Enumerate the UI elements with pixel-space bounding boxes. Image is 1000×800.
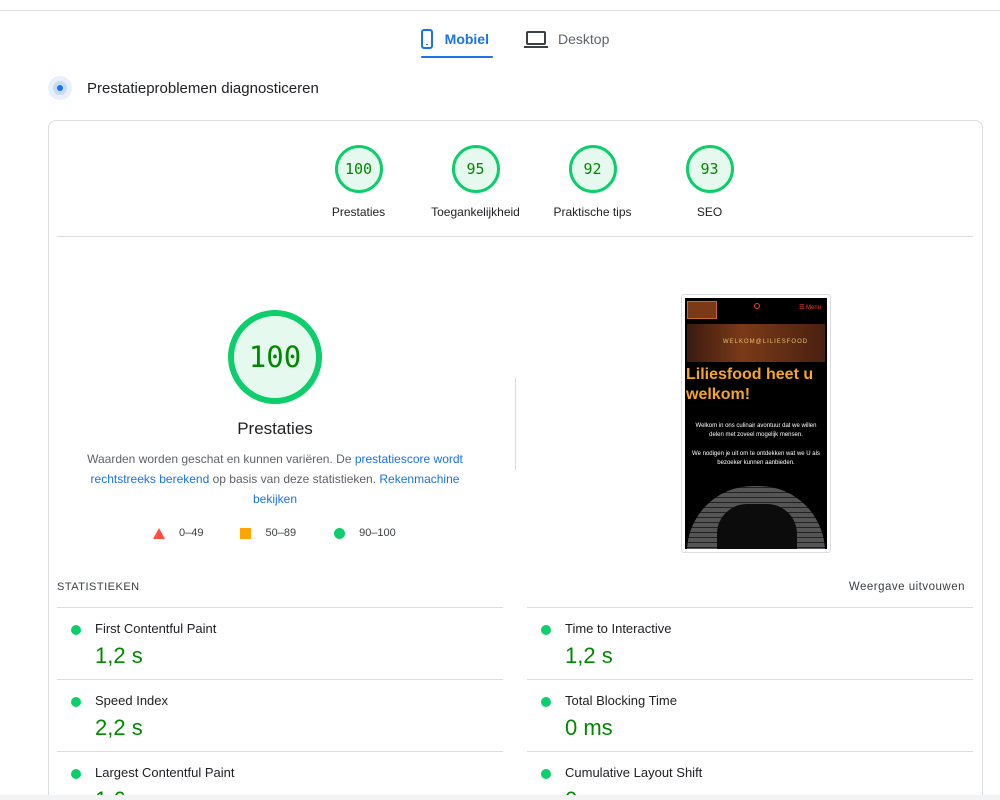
site-paragraph: We nodigen je uit om te ontdekken wat we…: [692, 451, 820, 466]
metric-fcp: First Contentful Paint 1,2 s: [57, 607, 503, 679]
score-seo[interactable]: 93 SEO: [651, 145, 768, 219]
score-label: Toegankelijkheid: [431, 205, 520, 219]
performance-description: Waarden worden geschat en kunnen variëre…: [85, 449, 465, 509]
metric-name: First Contentful Paint: [95, 621, 217, 636]
score-label: Prestaties: [331, 205, 386, 219]
metric-value: 0 ms: [565, 715, 613, 740]
legend-pass: 90–100: [334, 527, 396, 539]
metric-value: 2,2 s: [95, 715, 143, 740]
metric-name: Total Blocking Time: [565, 693, 677, 708]
site-menu: ☰ Menu: [798, 305, 821, 311]
screenshot-content: ☰ Menu WELKOM@LILIESFOOD Liliesfood heet…: [685, 298, 827, 549]
site-photo: [687, 486, 825, 549]
tab-desktop[interactable]: Desktop: [524, 20, 610, 58]
description-text: op basis van deze statistieken.: [209, 472, 380, 486]
score-performance[interactable]: 100 Prestaties: [300, 145, 417, 219]
legend-fail-range: 0–49: [179, 527, 204, 539]
expand-view-button[interactable]: Weergave uitvouwen: [849, 581, 965, 593]
performance-title: Prestaties: [237, 419, 313, 438]
score-best-practices[interactable]: 92 Praktische tips: [534, 145, 651, 219]
smartphone-icon: [421, 29, 433, 49]
metric-name: Cumulative Layout Shift: [565, 765, 703, 780]
laptop-icon: [524, 31, 548, 48]
site-banner: WELKOM@LILIESFOOD: [687, 324, 825, 362]
banner-text: WELKOM@LILIESFOOD: [723, 339, 809, 345]
page-screenshot[interactable]: ☰ Menu WELKOM@LILIESFOOD Liliesfood heet…: [681, 294, 831, 553]
section-header: Prestatieproblemen diagnosticeren: [48, 76, 319, 100]
metric-cls: Cumulative Layout Shift 0: [527, 751, 973, 800]
score-gauge: 100: [334, 145, 383, 193]
scores-divider: [57, 236, 973, 237]
category-scores: 100 Prestaties 95 Toegankelijkheid 92 Pr…: [300, 145, 768, 219]
performance-gauge: 100: [228, 310, 322, 404]
score-gauge: 92: [568, 145, 617, 193]
description-text: Waarden worden geschat en kunnen variëre…: [87, 452, 355, 466]
pass-dot-icon: [71, 769, 81, 779]
pass-dot-icon: [71, 697, 81, 707]
score-label: SEO: [696, 205, 723, 219]
metric-name: Time to Interactive: [565, 621, 672, 636]
pass-dot-icon: [541, 625, 551, 635]
metric-lcp: Largest Contentful Paint 1,6 s: [57, 751, 503, 800]
site-heading: Liliesfood heet u welkom!: [686, 366, 814, 403]
section-title: Prestatieproblemen diagnosticeren: [87, 79, 319, 97]
metric-name: Speed Index: [95, 693, 169, 708]
legend-fail: 0–49: [153, 527, 203, 539]
statistics-title: STATISTIEKEN: [57, 581, 140, 593]
metric-speed-index: Speed Index 2,2 s: [57, 679, 503, 751]
legend-average: 50–89: [240, 527, 296, 539]
vertical-divider: [515, 378, 516, 470]
pass-dot-icon: [541, 769, 551, 779]
metric-tti: Time to Interactive 1,2 s: [527, 607, 973, 679]
metric-value: 1,2 s: [565, 643, 613, 668]
site-paragraph: Welkom in ons culinair avontuur dat we w…: [695, 423, 817, 438]
device-tabs: Mobiel Desktop: [421, 20, 609, 58]
circle-icon: [334, 527, 346, 539]
metric-name: Largest Contentful Paint: [95, 765, 235, 780]
triangle-icon: [153, 527, 165, 539]
tab-desktop-label: Desktop: [558, 31, 610, 47]
pass-dot-icon: [71, 625, 81, 635]
diagnostics-icon: [48, 76, 72, 100]
score-legend: 0–49 50–89 90–100: [153, 527, 396, 539]
tab-mobile[interactable]: Mobiel: [421, 20, 493, 58]
metric-value: 1,2 s: [95, 643, 143, 668]
search-icon: [754, 303, 760, 309]
legend-average-range: 50–89: [265, 527, 297, 539]
pass-dot-icon: [541, 697, 551, 707]
score-gauge: 93: [685, 145, 734, 193]
score-accessibility[interactable]: 95 Toegankelijkheid: [417, 145, 534, 219]
metric-tbt: Total Blocking Time 0 ms: [527, 679, 973, 751]
score-label: Praktische tips: [553, 205, 632, 219]
tab-mobile-label: Mobiel: [444, 31, 489, 47]
score-gauge: 95: [451, 145, 500, 193]
bottom-fade: [0, 795, 1000, 800]
square-icon: [240, 527, 252, 539]
site-logo: [687, 301, 717, 319]
legend-pass-range: 90–100: [359, 527, 396, 539]
top-divider: [0, 10, 1000, 11]
